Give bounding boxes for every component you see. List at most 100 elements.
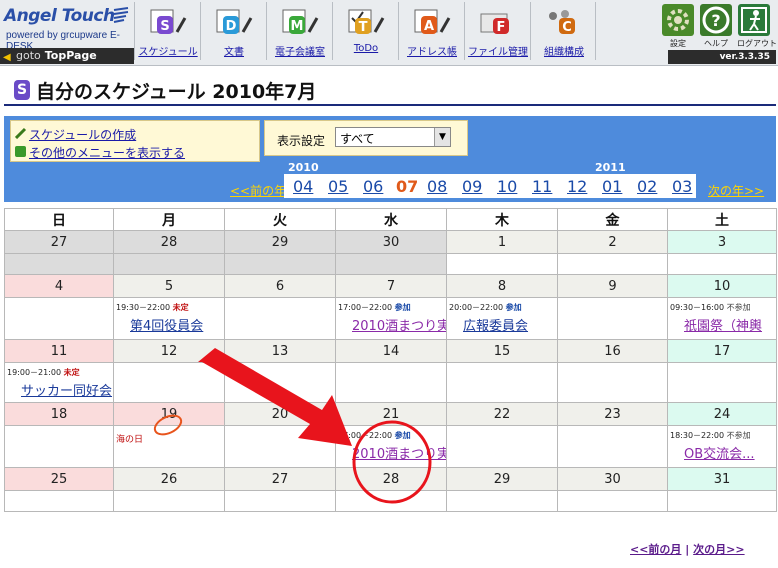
next-month-link[interactable]: 次の月>> <box>693 543 744 556</box>
day-number[interactable]: 10 <box>667 274 777 298</box>
month-link[interactable]: 06 <box>363 177 383 196</box>
tool-meeting-room[interactable]: M 電子会議室 <box>266 2 332 60</box>
goto-top-page[interactable]: ◀ goto TopPage <box>0 48 134 64</box>
day-cell[interactable]: 海の日 <box>113 425 225 468</box>
day-number[interactable]: 29 <box>224 230 336 254</box>
day-cell[interactable]: 18:30－22:00 不参加 OB交流会... <box>667 425 777 468</box>
day-number[interactable]: 30 <box>335 230 447 254</box>
day-cell[interactable] <box>335 253 447 275</box>
day-number[interactable]: 4 <box>4 274 114 298</box>
day-cell[interactable] <box>557 490 668 512</box>
day-number[interactable]: 30 <box>557 467 668 491</box>
day-cell[interactable] <box>224 362 336 403</box>
event-link[interactable]: 第4回役員会 <box>130 315 222 334</box>
create-schedule-link[interactable]: スケジュールの作成 <box>29 126 136 143</box>
month-link[interactable]: 03 <box>672 177 692 196</box>
prev-month-link[interactable]: <<前の月 <box>630 543 681 556</box>
day-cell[interactable] <box>224 297 336 340</box>
day-number[interactable]: 16 <box>557 339 668 363</box>
event-link[interactable]: サッカー同好会 <box>21 380 112 399</box>
day-number[interactable]: 31 <box>667 467 777 491</box>
day-number[interactable]: 12 <box>113 339 225 363</box>
day-number[interactable]: 15 <box>446 339 558 363</box>
show-other-menu-link[interactable]: その他のメニューを表示する <box>29 144 185 161</box>
tool-organization[interactable]: C 組織構成 <box>530 2 596 60</box>
day-cell[interactable] <box>224 253 336 275</box>
day-cell[interactable] <box>446 253 558 275</box>
day-cell[interactable] <box>335 490 447 512</box>
day-number[interactable]: 8 <box>446 274 558 298</box>
day-number[interactable]: 19 <box>113 402 225 426</box>
day-cell[interactable] <box>557 425 668 468</box>
day-cell[interactable]: 17:00－22:00 参加 2010酒まつり実 <box>335 425 447 468</box>
tool-address-book[interactable]: A アドレス帳 <box>398 2 464 60</box>
day-number[interactable]: 27 <box>4 230 114 254</box>
day-cell[interactable]: 19:30－22:00 未定 第4回役員会 <box>113 297 225 340</box>
day-number[interactable]: 14 <box>335 339 447 363</box>
next-year-link[interactable]: 次の年>> <box>708 182 764 199</box>
day-number[interactable]: 26 <box>113 467 225 491</box>
day-number[interactable]: 28 <box>335 467 447 491</box>
day-number[interactable]: 24 <box>667 402 777 426</box>
day-number[interactable]: 1 <box>446 230 558 254</box>
month-link[interactable]: 08 <box>427 177 447 196</box>
event-link[interactable]: 2010酒まつり実 <box>352 443 446 462</box>
day-cell[interactable] <box>557 253 668 275</box>
day-cell[interactable] <box>224 425 336 468</box>
day-number[interactable]: 18 <box>4 402 114 426</box>
day-number[interactable]: 27 <box>224 467 336 491</box>
month-link[interactable]: 04 <box>293 177 313 196</box>
day-number[interactable]: 6 <box>224 274 336 298</box>
day-cell[interactable]: 09:30－16:00 不参加 祇園祭（神輿 <box>667 297 777 340</box>
day-number[interactable]: 21 <box>335 402 447 426</box>
day-number[interactable]: 2 <box>557 230 668 254</box>
day-cell[interactable] <box>113 253 225 275</box>
month-link[interactable]: 01 <box>602 177 622 196</box>
day-cell[interactable] <box>446 362 558 403</box>
day-number[interactable]: 22 <box>446 402 558 426</box>
month-link[interactable]: 10 <box>497 177 517 196</box>
month-link[interactable]: 05 <box>328 177 348 196</box>
filter-select[interactable]: すべて ▼ <box>335 127 451 147</box>
day-cell[interactable] <box>667 253 777 275</box>
day-cell[interactable] <box>667 362 777 403</box>
day-cell[interactable] <box>4 297 114 340</box>
tool-documents[interactable]: D 文書 <box>200 2 266 60</box>
app-logo[interactable]: Angel Touch powered by grcupware E-DESK <box>2 2 130 52</box>
day-number[interactable]: 25 <box>4 467 114 491</box>
day-cell[interactable] <box>667 490 777 512</box>
month-link[interactable]: 02 <box>637 177 657 196</box>
event-link[interactable]: 広報委員会 <box>463 315 555 334</box>
event-link[interactable]: OB交流会... <box>684 443 774 462</box>
day-number[interactable]: 3 <box>667 230 777 254</box>
chevron-down-icon[interactable]: ▼ <box>434 128 450 146</box>
day-number[interactable]: 17 <box>667 339 777 363</box>
day-cell[interactable] <box>446 490 558 512</box>
day-number[interactable]: 20 <box>224 402 336 426</box>
day-cell[interactable]: 19:00－21:00 未定 サッカー同好会 <box>4 362 114 403</box>
day-number[interactable]: 29 <box>446 467 558 491</box>
day-number[interactable]: 5 <box>113 274 225 298</box>
month-link[interactable]: 09 <box>462 177 482 196</box>
day-cell[interactable] <box>224 490 336 512</box>
day-cell[interactable] <box>4 253 114 275</box>
month-link[interactable]: 12 <box>567 177 587 196</box>
day-number[interactable]: 11 <box>4 339 114 363</box>
tool-todo[interactable]: T ToDo <box>332 2 398 60</box>
tool-schedule[interactable]: S スケジュール <box>134 2 200 60</box>
day-cell[interactable] <box>557 362 668 403</box>
day-cell[interactable] <box>113 362 225 403</box>
day-number[interactable]: 28 <box>113 230 225 254</box>
day-number[interactable]: 23 <box>557 402 668 426</box>
logout-button[interactable] <box>738 4 770 36</box>
month-link[interactable]: 11 <box>532 177 552 196</box>
help-button[interactable]: ? <box>700 4 732 36</box>
day-number[interactable]: 13 <box>224 339 336 363</box>
event-link[interactable]: 祇園祭（神輿 <box>684 315 774 334</box>
prev-year-link[interactable]: <<前の年 <box>230 182 286 199</box>
day-cell[interactable]: 17:00－22:00 参加 2010酒まつり実 <box>335 297 447 340</box>
day-cell[interactable] <box>335 362 447 403</box>
event-link[interactable]: 2010酒まつり実 <box>352 315 446 334</box>
day-cell[interactable] <box>557 297 668 340</box>
day-number[interactable]: 9 <box>557 274 668 298</box>
